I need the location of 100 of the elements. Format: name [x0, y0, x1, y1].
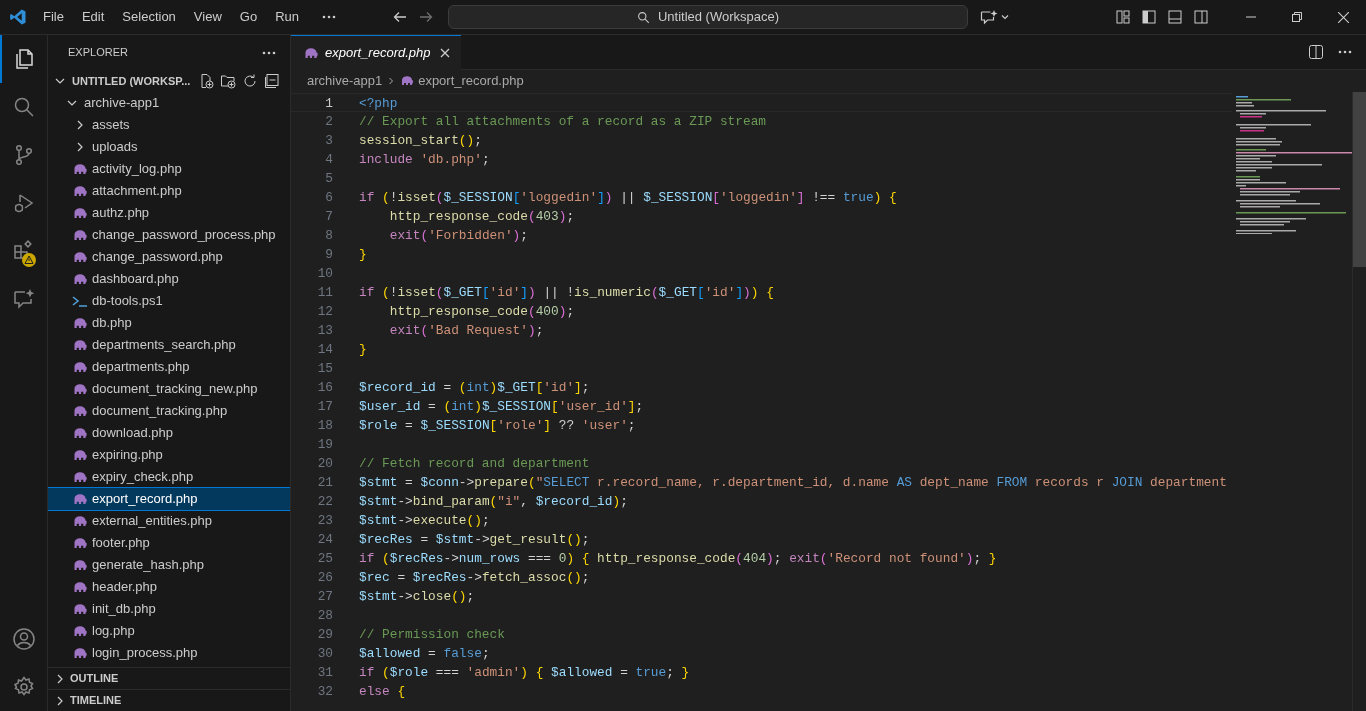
- tree-entry[interactable]: db.php: [48, 312, 290, 334]
- line-number: 15: [316, 360, 333, 378]
- tree-entry[interactable]: db-tools.ps1: [48, 290, 290, 312]
- php-elephant-icon: [72, 405, 88, 417]
- tree-entry[interactable]: log.php: [48, 620, 290, 642]
- chevron-down-icon[interactable]: [1000, 12, 1010, 22]
- php-elephant-icon: [72, 185, 88, 197]
- php-elephant-icon: [72, 559, 88, 571]
- php-elephant-icon: [72, 581, 88, 593]
- tree-entry[interactable]: generate_hash.php: [48, 554, 290, 576]
- sidebar-title: EXPLORER: [68, 45, 128, 61]
- chat-sparkle-icon[interactable]: [11, 287, 36, 311]
- tree-entry[interactable]: init_db.php: [48, 598, 290, 620]
- refresh-icon[interactable]: [242, 73, 258, 89]
- line-number: 4: [324, 151, 333, 169]
- restore-icon[interactable]: [1292, 12, 1302, 22]
- split-editor-icon[interactable]: [1308, 44, 1324, 60]
- tree-entry[interactable]: expiring.php: [48, 444, 290, 466]
- section-header[interactable]: OUTLINE: [48, 667, 290, 689]
- code-line: http_response_code(400);: [388, 303, 575, 321]
- line-number: 23: [316, 512, 333, 530]
- tree-entry[interactable]: change_password.php: [48, 246, 290, 268]
- menu-item[interactable]: Run: [268, 7, 306, 27]
- php-elephant-icon: [400, 76, 415, 86]
- code-line: <?php: [359, 95, 398, 111]
- line-number: 11: [316, 284, 333, 302]
- line-number: 28: [316, 607, 333, 625]
- tree-entry[interactable]: footer.php: [48, 532, 290, 554]
- tree-folder[interactable]: archive-app1: [48, 92, 290, 114]
- scrollbar-thumb[interactable]: [1352, 92, 1366, 711]
- code-line: $allowed = false;: [359, 645, 490, 663]
- breadcrumb-folder[interactable]: archive-app1: [307, 71, 383, 91]
- tree-entry[interactable]: authz.php: [48, 202, 290, 224]
- tree-entry[interactable]: departments_search.php: [48, 334, 290, 356]
- line-number: 14: [316, 341, 333, 359]
- tree-entry[interactable]: expiry_check.php: [48, 466, 290, 488]
- code-line: exit('Bad Request');: [388, 322, 544, 340]
- tree-entry[interactable]: document_tracking.php: [48, 400, 290, 422]
- line-number: 5: [324, 170, 333, 188]
- tree-folder[interactable]: uploads: [48, 136, 290, 158]
- more-icon[interactable]: [262, 50, 276, 55]
- menu-item[interactable]: Selection: [115, 7, 183, 27]
- new-file-icon[interactable]: [198, 73, 214, 89]
- code-line: $recRes = $stmt->get_result();: [359, 531, 590, 549]
- secondary-sidebar-icon[interactable]: [1194, 10, 1208, 24]
- php-elephant-icon: [72, 603, 88, 615]
- tree-entry[interactable]: dashboard.php: [48, 268, 290, 290]
- forward-arrow-icon[interactable]: [418, 9, 434, 25]
- chat-sparkle-icon[interactable]: [980, 9, 998, 25]
- more-icon[interactable]: [1338, 50, 1352, 54]
- code-line: exit('Forbidden');: [388, 227, 528, 245]
- code-line: $rec = $recRes->fetch_assoc();: [359, 569, 590, 587]
- tree-entry[interactable]: header.php: [48, 576, 290, 598]
- tree-entry[interactable]: export_record.php: [48, 488, 290, 510]
- code-line: $stmt->execute();: [359, 512, 490, 530]
- workspace-header[interactable]: UNTITLED (WORKSP...: [52, 72, 191, 90]
- menu-item[interactable]: Edit: [74, 7, 112, 27]
- line-number: 3: [324, 132, 333, 150]
- menu-item[interactable]: View: [186, 7, 229, 27]
- code-line: }: [359, 341, 367, 359]
- line-number: 26: [316, 569, 333, 587]
- line-number: 16: [316, 379, 333, 397]
- panel-toggle-icon[interactable]: [1168, 10, 1182, 24]
- code-line: // Permission check: [359, 626, 505, 644]
- tree-folder[interactable]: assets: [48, 114, 290, 136]
- line-number: 6: [324, 189, 333, 207]
- tree-entry[interactable]: login_process.php: [48, 642, 290, 664]
- line-number: 22: [316, 493, 333, 511]
- section-header[interactable]: TIMELINE: [48, 689, 290, 711]
- layout-icon[interactable]: [1116, 10, 1130, 24]
- breadcrumb-file[interactable]: export_record.php: [418, 71, 524, 91]
- collapse-all-icon[interactable]: [264, 73, 280, 89]
- command-center-search[interactable]: Untitled (Workspace): [448, 5, 968, 29]
- line-number: 2: [324, 113, 333, 131]
- tree-entry[interactable]: change_password_process.php: [48, 224, 290, 246]
- editor-tab[interactable]: export_record.php: [291, 35, 461, 70]
- tree-entry[interactable]: attachment.php: [48, 180, 290, 202]
- account-icon[interactable]: [11, 627, 36, 651]
- line-number: 17: [316, 398, 333, 416]
- sidebar-toggle-icon[interactable]: [1142, 10, 1156, 24]
- tree-entry[interactable]: download.php: [48, 422, 290, 444]
- back-arrow-icon[interactable]: [392, 9, 408, 25]
- menu-item[interactable]: Go: [232, 7, 265, 27]
- tree-entry[interactable]: document_tracking_new.php: [48, 378, 290, 400]
- code-line: else {: [359, 683, 406, 701]
- php-elephant-icon: [72, 427, 88, 439]
- close-icon[interactable]: [1337, 11, 1349, 23]
- tree-entry[interactable]: departments.php: [48, 356, 290, 378]
- line-number: 1: [324, 95, 333, 111]
- line-number: 12: [316, 303, 333, 321]
- php-elephant-icon: [72, 317, 88, 329]
- menu-item[interactable]: File: [36, 7, 71, 27]
- code-line: $role = $_SESSION['role'] ?? 'user';: [359, 417, 636, 435]
- tree-entry[interactable]: activity_log.php: [48, 158, 290, 180]
- tree-entry[interactable]: external_entities.php: [48, 510, 290, 532]
- new-folder-icon[interactable]: [220, 73, 236, 89]
- line-number: 13: [316, 322, 333, 340]
- code-line: if ($role === 'admin') { $allowed = true; }: [359, 664, 690, 682]
- line-number: 20: [316, 455, 333, 473]
- line-number: 8: [324, 227, 333, 245]
